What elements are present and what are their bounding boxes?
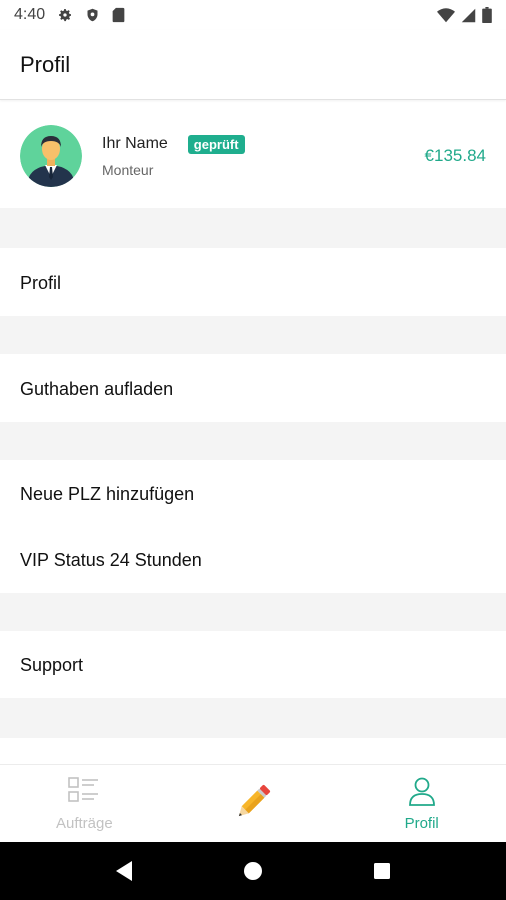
app-bar: Profil [0, 30, 506, 100]
menu-item-support[interactable]: Support [0, 632, 506, 698]
balance: €135.84 [424, 146, 486, 165]
menu-item-vip[interactable]: VIP Status 24 Stunden [0, 527, 506, 593]
pencil-icon [231, 780, 275, 829]
menu-item-partial[interactable] [0, 738, 506, 764]
separator [0, 698, 506, 738]
profile-header[interactable]: Ihr Name geprüft Monteur €135.84 [0, 104, 506, 208]
verified-badge: geprüft [187, 134, 245, 154]
menu-item-topup[interactable]: Guthaben aufladen [0, 356, 506, 422]
menu-item-add-zip[interactable]: Neue PLZ hinzufügen [0, 461, 506, 527]
separator [0, 208, 506, 248]
user-name: Ihr Name [102, 135, 168, 152]
settings-icon [57, 7, 73, 23]
nav-profile[interactable]: Profil [337, 765, 506, 843]
battery-icon [482, 7, 492, 23]
recents-icon[interactable] [362, 851, 402, 891]
bottom-nav: Aufträge Profil [0, 764, 506, 843]
system-nav [0, 842, 506, 900]
menu-label: VIP Status 24 Stunden [20, 549, 202, 570]
menu-item-profile[interactable]: Profil [0, 250, 506, 316]
back-icon[interactable] [104, 851, 144, 891]
status-time: 4:40 [14, 6, 46, 23]
menu-label: Neue PLZ hinzufügen [20, 483, 195, 504]
person-icon [407, 776, 437, 811]
separator [0, 422, 506, 460]
shield-icon [85, 7, 100, 23]
list-icon [67, 776, 101, 811]
nav-orders[interactable]: Aufträge [0, 765, 169, 843]
nav-label-profile: Profil [404, 815, 439, 832]
nav-create[interactable] [169, 765, 338, 843]
nav-label-orders: Aufträge [55, 815, 113, 832]
home-icon[interactable] [233, 851, 273, 891]
menu-label: Support [20, 654, 84, 675]
menu-label: Profil [20, 272, 62, 293]
menu-label: Guthaben aufladen [20, 378, 174, 399]
separator [0, 316, 506, 354]
avatar [20, 125, 82, 187]
user-role: Monteur [102, 161, 154, 178]
signal-icon [461, 8, 476, 23]
sd-card-icon [112, 7, 125, 23]
page-title: Profil [20, 51, 71, 77]
status-right [437, 7, 492, 23]
wifi-icon [437, 7, 455, 23]
separator [0, 593, 506, 631]
name-row: Ihr Name geprüft [102, 134, 245, 154]
profile-info: Ihr Name geprüft Monteur [102, 134, 245, 178]
status-bar: 4:40 [0, 0, 506, 30]
status-left: 4:40 [14, 6, 125, 24]
screen: 4:40 Profil Ihr Name geprüft Monteur €13… [0, 0, 506, 900]
